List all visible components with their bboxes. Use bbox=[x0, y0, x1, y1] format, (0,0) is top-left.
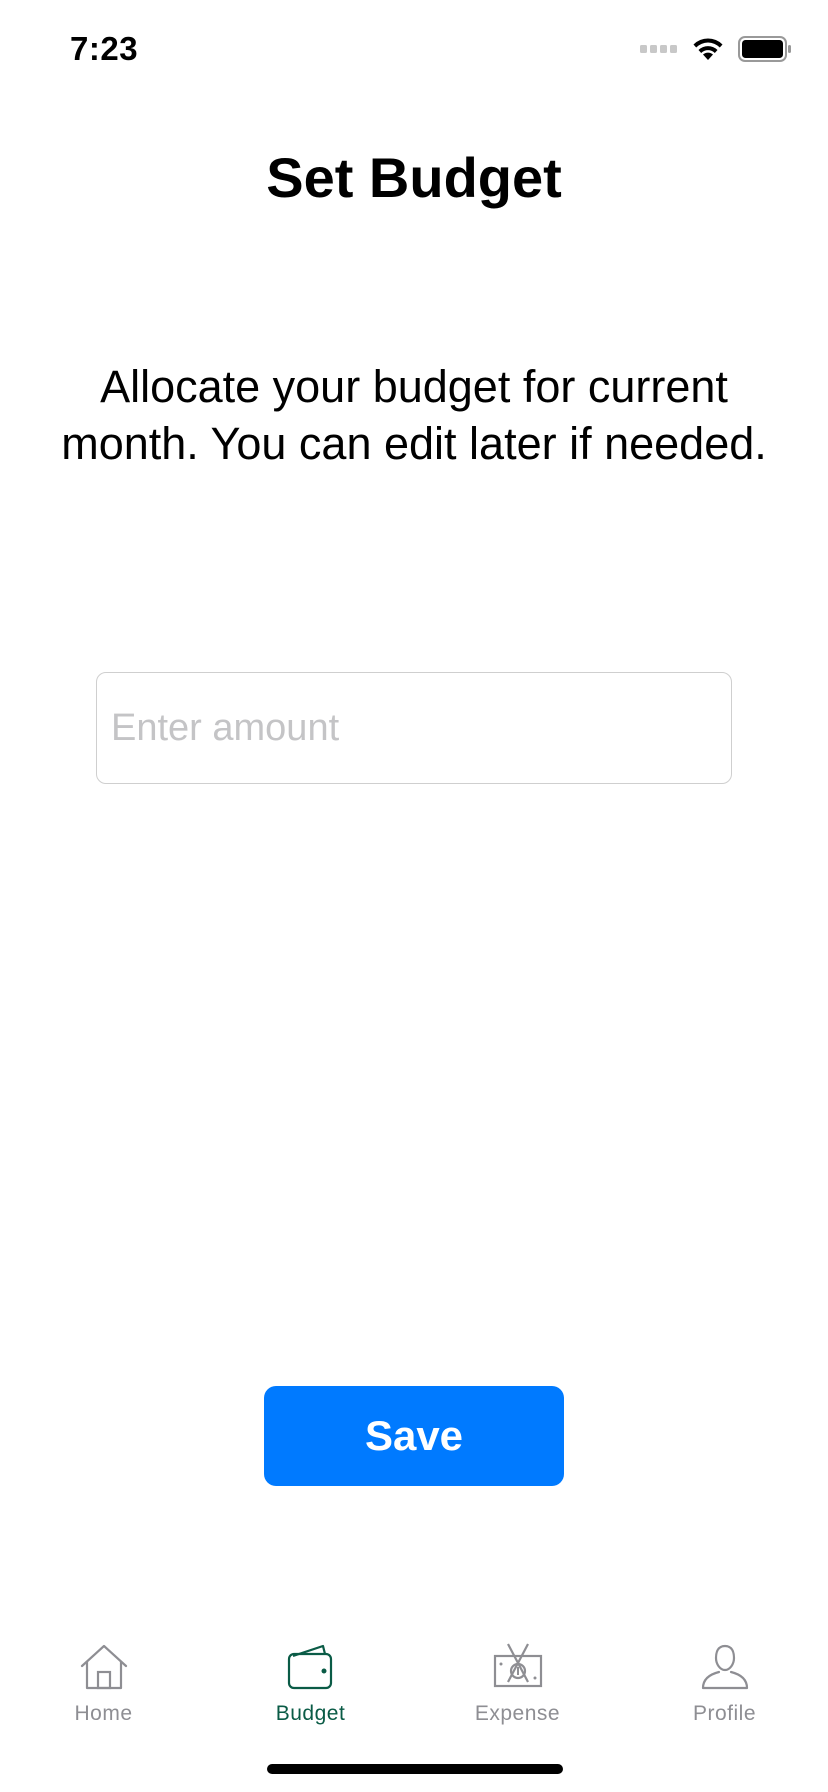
tab-expense-label: Expense bbox=[474, 1702, 561, 1725]
wallet-icon bbox=[287, 1644, 332, 1690]
status-bar: 7:23 bbox=[0, 0, 828, 100]
battery-icon bbox=[738, 36, 791, 62]
tab-profile[interactable]: Profile bbox=[621, 1620, 828, 1730]
tab-budget-label: Budget bbox=[275, 1702, 346, 1725]
page-title: Set Budget bbox=[266, 146, 562, 209]
cellular-signal-icon bbox=[640, 45, 677, 53]
expense-icon bbox=[493, 1643, 542, 1688]
home-indicator[interactable] bbox=[267, 1764, 563, 1774]
budget-description: Allocate your budget for current month. … bbox=[61, 361, 767, 469]
status-time: 7:23 bbox=[70, 30, 139, 67]
profile-icon bbox=[701, 1644, 748, 1690]
tab-home[interactable]: Home bbox=[0, 1620, 207, 1730]
wifi-icon bbox=[693, 38, 723, 60]
tab-bar: Home Budget Expense Profile bbox=[0, 1620, 828, 1730]
tab-profile-label: Profile bbox=[692, 1702, 757, 1725]
tab-home-label: Home bbox=[74, 1702, 133, 1725]
tab-budget[interactable]: Budget bbox=[207, 1620, 414, 1730]
tab-expense[interactable]: Expense bbox=[414, 1620, 621, 1730]
home-icon bbox=[80, 1644, 127, 1690]
amount-input[interactable] bbox=[96, 672, 732, 784]
save-button[interactable]: Save bbox=[264, 1386, 564, 1486]
status-icons bbox=[640, 36, 792, 62]
